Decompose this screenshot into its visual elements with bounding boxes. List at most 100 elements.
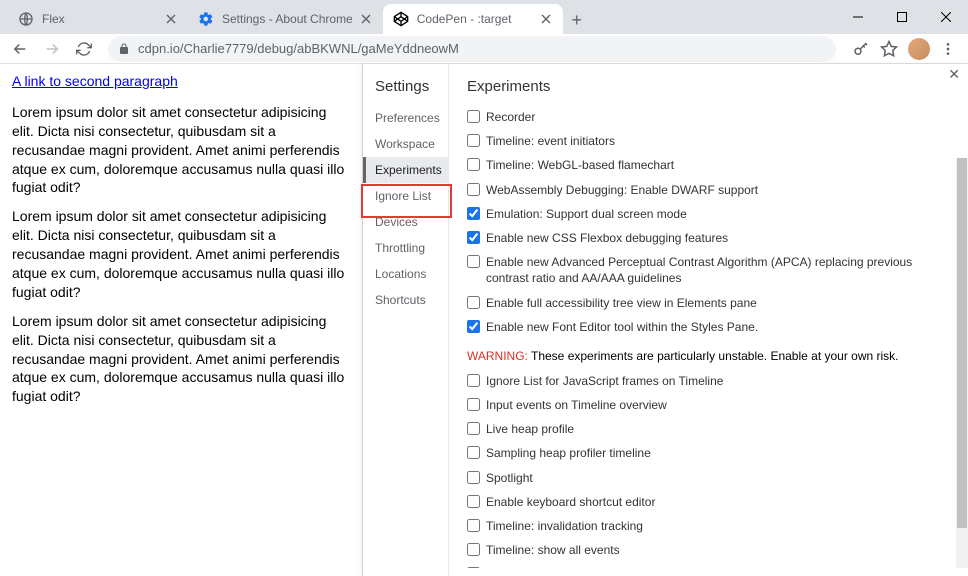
globe-icon <box>18 11 34 27</box>
experiment-row: Enable new Advanced Perceptual Contrast … <box>467 250 944 290</box>
experiment-checkbox[interactable] <box>467 255 480 268</box>
scrollbar[interactable] <box>956 158 968 568</box>
experiment-checkbox[interactable] <box>467 422 480 435</box>
codepen-icon <box>393 11 409 27</box>
experiment-row: Emulation: Support dual screen mode <box>467 202 944 226</box>
tab-title: Flex <box>42 12 158 26</box>
tab-title: CodePen - :target <box>417 12 533 26</box>
experiment-label: Live heap profile <box>486 421 574 437</box>
tab-settings[interactable]: Settings - About Chrome <box>188 4 383 34</box>
experiments-title: Experiments <box>467 78 950 95</box>
experiment-checkbox[interactable] <box>467 374 480 387</box>
experiment-checkbox[interactable] <box>467 471 480 484</box>
forward-button[interactable] <box>38 35 66 63</box>
experiment-row: Enable new CSS Flexbox debugging feature… <box>467 226 944 250</box>
star-icon[interactable] <box>880 40 898 58</box>
devtools-settings-panel: Settings PreferencesWorkspaceExperiments… <box>362 64 968 576</box>
page-content: A link to second paragraph Lorem ipsum d… <box>12 72 352 406</box>
sidebar-item-preferences[interactable]: Preferences <box>363 105 448 131</box>
experiment-row: Live heap profile <box>467 417 944 441</box>
experiment-row: Timeline: show all events <box>467 538 944 562</box>
experiment-checkbox[interactable] <box>467 398 480 411</box>
experiment-label: Enable new Advanced Perceptual Contrast … <box>486 254 944 286</box>
experiment-label: Timeline: V8 Runtime Call Stats on Timel… <box>486 566 720 568</box>
experiment-checkbox[interactable] <box>467 446 480 459</box>
experiment-checkbox[interactable] <box>467 567 480 568</box>
back-button[interactable] <box>6 35 34 63</box>
sidebar-item-workspace[interactable]: Workspace <box>363 131 448 157</box>
maximize-button[interactable] <box>880 2 924 32</box>
tab-codepen[interactable]: CodePen - :target <box>383 4 563 34</box>
sidebar-item-throttling[interactable]: Throttling <box>363 235 448 261</box>
experiment-label: Enable new Font Editor tool within the S… <box>486 319 758 335</box>
browser-tab-strip: Flex Settings - About Chrome CodePen - :… <box>0 0 968 34</box>
browser-toolbar: cdpn.io/Charlie7779/debug/abBKWNL/gaMeYd… <box>0 34 968 64</box>
sidebar-item-locations[interactable]: Locations <box>363 261 448 287</box>
sidebar-item-shortcuts[interactable]: Shortcuts <box>363 287 448 313</box>
experiment-label: Spotlight <box>486 470 533 486</box>
experiment-checkbox[interactable] <box>467 543 480 556</box>
experiment-row: Spotlight <box>467 466 944 490</box>
experiment-row: Enable new Font Editor tool within the S… <box>467 315 944 339</box>
experiment-label: Enable full accessibility tree view in E… <box>486 295 757 311</box>
page-viewport: A link to second paragraph Lorem ipsum d… <box>0 64 968 576</box>
experiment-label: Timeline: WebGL-based flamechart <box>486 157 674 173</box>
experiment-row: Recorder <box>467 105 944 129</box>
experiment-row: WebAssembly Debugging: Enable DWARF supp… <box>467 178 944 202</box>
experiment-label: Sampling heap profiler timeline <box>486 445 651 461</box>
close-button[interactable] <box>924 2 968 32</box>
new-tab-button[interactable]: + <box>563 6 591 34</box>
close-icon[interactable] <box>359 12 373 26</box>
close-icon[interactable]: ✕ <box>948 66 960 83</box>
address-bar[interactable]: cdpn.io/Charlie7779/debug/abBKWNL/gaMeYd… <box>108 36 836 62</box>
settings-title: Settings <box>363 78 448 105</box>
experiment-row: Timeline: WebGL-based flamechart <box>467 153 944 177</box>
experiment-label: Input events on Timeline overview <box>486 397 667 413</box>
sidebar-item-experiments[interactable]: Experiments <box>363 157 448 183</box>
experiment-checkbox[interactable] <box>467 231 480 244</box>
sidebar-item-ignore-list[interactable]: Ignore List <box>363 183 448 209</box>
experiments-list: Recorder Timeline: event initiators Timeli… <box>467 105 950 568</box>
tab-title: Settings - About Chrome <box>222 12 353 26</box>
experiment-checkbox[interactable] <box>467 134 480 147</box>
experiment-row: Ignore List for JavaScript frames on Tim… <box>467 369 944 393</box>
settings-main: ✕ Experiments Recorder Timeline: event in… <box>449 64 968 576</box>
experiment-checkbox[interactable] <box>467 110 480 123</box>
experiment-checkbox[interactable] <box>467 320 480 333</box>
experiment-label: WebAssembly Debugging: Enable DWARF supp… <box>486 182 758 198</box>
sidebar-item-devices[interactable]: Devices <box>363 209 448 235</box>
experiment-checkbox[interactable] <box>467 207 480 220</box>
experiment-label: Timeline: show all events <box>486 542 620 558</box>
settings-sidebar: Settings PreferencesWorkspaceExperiments… <box>363 64 449 576</box>
profile-avatar[interactable] <box>908 38 930 60</box>
paragraph-3: Lorem ipsum dolor sit amet consectetur a… <box>12 312 352 406</box>
key-icon[interactable] <box>852 40 870 58</box>
experiment-checkbox[interactable] <box>467 183 480 196</box>
experiment-checkbox[interactable] <box>467 158 480 171</box>
menu-button[interactable] <box>940 41 956 57</box>
tab-flex[interactable]: Flex <box>8 4 188 34</box>
paragraph-2: Lorem ipsum dolor sit amet consectetur a… <box>12 207 352 301</box>
link-second-paragraph[interactable]: A link to second paragraph <box>12 73 178 89</box>
experiment-checkbox[interactable] <box>467 519 480 532</box>
experiment-row: Timeline: event initiators <box>467 129 944 153</box>
close-icon[interactable] <box>539 12 553 26</box>
experiment-row: Timeline: V8 Runtime Call Stats on Timel… <box>467 562 944 568</box>
experiment-checkbox[interactable] <box>467 296 480 309</box>
warning-body: These experiments are particularly unsta… <box>528 349 899 363</box>
experiment-label: Timeline: event initiators <box>486 133 615 149</box>
lock-icon <box>118 43 130 55</box>
experiment-row: Timeline: invalidation tracking <box>467 514 944 538</box>
experiment-checkbox[interactable] <box>467 495 480 508</box>
experiment-label: Ignore List for JavaScript frames on Tim… <box>486 373 723 389</box>
paragraph-1: Lorem ipsum dolor sit amet consectetur a… <box>12 103 352 197</box>
reload-button[interactable] <box>70 35 98 63</box>
url-text: cdpn.io/Charlie7779/debug/abBKWNL/gaMeYd… <box>138 41 459 56</box>
warning-text: WARNING: These experiments are particula… <box>467 349 944 363</box>
minimize-button[interactable] <box>836 2 880 32</box>
close-icon[interactable] <box>164 12 178 26</box>
experiment-row: Enable full accessibility tree view in E… <box>467 291 944 315</box>
scrollbar-thumb[interactable] <box>957 158 967 528</box>
experiment-label: Enable new CSS Flexbox debugging feature… <box>486 230 728 246</box>
experiment-row: Enable keyboard shortcut editor <box>467 490 944 514</box>
